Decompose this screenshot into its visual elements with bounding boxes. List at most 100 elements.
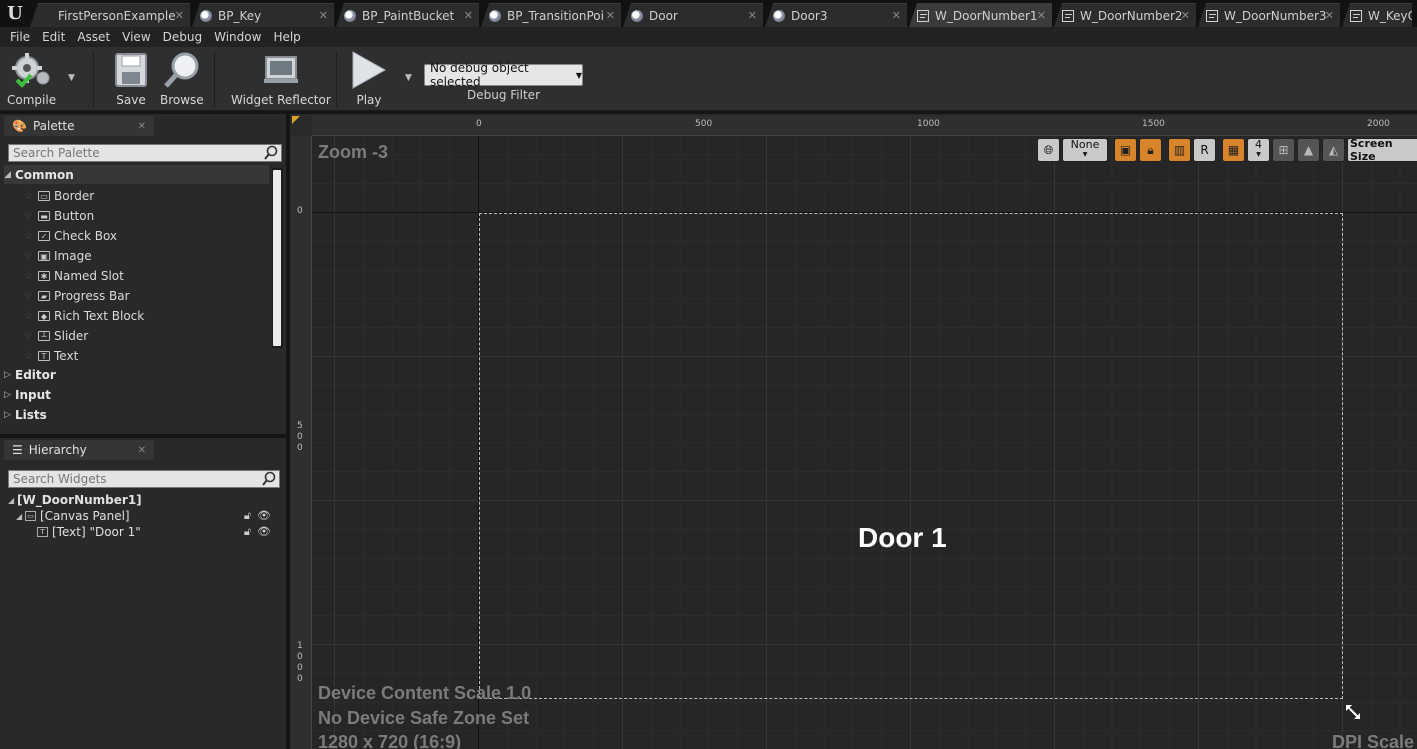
culture-preview-dropdown[interactable]: None ▼ [1062,138,1108,162]
tab-door[interactable]: Door ✕ [623,3,763,27]
favorite-star-icon[interactable]: ☆ [24,351,38,362]
category-lists[interactable]: ▷ Lists [4,405,269,424]
category-editor[interactable]: ▷ Editor [4,365,269,384]
hierarchy-canvas-panel-row[interactable]: ◢ ▭ [Canvas Panel] 🔓︎ 👁︎ [16,508,286,524]
close-icon[interactable]: ✕ [138,445,146,456]
tab-w-doornumber3[interactable]: W_DoorNumber3 ✕ [1198,3,1340,27]
palette-item-check-box[interactable]: ☆ ✓ Check Box [24,226,269,246]
category-common[interactable]: ◢ Common [4,165,269,184]
palette-item-rich-text-block[interactable]: ☆ ◆ Rich Text Block [24,306,269,326]
close-icon[interactable]: ✕ [606,9,615,22]
palette-item-label: Named Slot [54,269,124,283]
close-icon[interactable]: ✕ [319,9,328,22]
screen-size-dropdown[interactable]: Screen Size▼ [1347,137,1417,163]
menu-asset[interactable]: Asset [71,30,116,44]
widget-reflector-button[interactable]: Widget Reflector [231,51,331,107]
tab-w-doornumber1[interactable]: W_DoorNumber1 ✕ [909,3,1052,27]
close-icon[interactable]: ✕ [748,9,757,22]
palette-item-button[interactable]: ☆ ▬ Button [24,206,269,226]
favorite-star-icon[interactable]: ☆ [24,331,38,342]
menu-view[interactable]: View [116,30,156,44]
tab-label: Door [649,8,678,23]
menu-edit[interactable]: Edit [36,30,71,44]
close-icon[interactable]: ✕ [138,121,146,132]
widget-reflector-label: Widget Reflector [231,93,331,107]
favorite-star-icon[interactable]: ☆ [24,251,38,262]
menu-window[interactable]: Window [208,30,267,44]
collapsed-arrow-icon: ▷ [4,389,11,400]
browse-button[interactable]: Browse [160,51,204,107]
dpi-scale-label: DPI Scale [1332,732,1415,749]
play-button[interactable]: Play [349,51,389,107]
favorite-star-icon[interactable]: ☆ [24,291,38,302]
palette-item-slider[interactable]: ☆ ┴ Slider [24,326,269,346]
close-icon[interactable]: ✕ [175,9,184,22]
close-icon[interactable]: ✕ [1325,9,1334,22]
layout-transform-button[interactable]: ▥ [1168,138,1191,162]
culture-value: None [1070,138,1100,151]
grid-snap-toggle-button[interactable]: ▦ [1222,138,1245,162]
background-toggle-button[interactable]: ▲ [1297,138,1320,162]
tab-label: FirstPersonExample [58,8,176,23]
palette-item-named-slot[interactable]: ☆ ✱ Named Slot [24,266,269,286]
tab-palette[interactable]: 🎨 Palette ✕ [4,116,154,136]
search-widgets-input[interactable]: Search Widgets [8,470,280,488]
hierarchy-root-row[interactable]: ◢ [W_DoorNumber1] [8,492,278,508]
zoom-to-fit-button[interactable]: ⊞ [1272,138,1295,162]
save-button[interactable]: Save [114,51,148,107]
render-transform-button[interactable]: R [1193,138,1216,162]
favorite-star-icon[interactable]: ☆ [24,191,38,202]
palette-item-text[interactable]: ☆ T Text [24,346,269,366]
tab-bp-key[interactable]: BP_Key ✕ [192,3,334,27]
palette-scrollbar-thumb[interactable] [273,170,281,346]
favorite-star-icon[interactable]: ☆ [24,271,38,282]
widget-bounds-frame[interactable] [479,213,1343,699]
search-widgets-placeholder: Search Widgets [13,472,107,486]
palette-item-image[interactable]: ☆ ▣ Image [24,246,269,266]
debug-object-select[interactable]: No debug object selected ▼ [424,61,583,89]
flip-button[interactable]: ◭ [1322,138,1345,162]
favorite-star-icon[interactable]: ☆ [24,311,38,322]
localization-globe-button[interactable]: 🌐︎ [1037,138,1060,162]
palette-item-progress-bar[interactable]: ☆ ▰ Progress Bar [24,286,269,306]
tab-bp-transitionpoi[interactable]: BP_TransitionPoi ✕ [481,3,621,27]
designer-viewport[interactable]: 0 500 1000 1500 2000 0 5 0 0 1 0 0 0 Doo… [290,114,1417,749]
resize-handle-icon[interactable] [1343,702,1363,722]
menu-debug[interactable]: Debug [157,30,208,44]
compile-options-dropdown-icon[interactable]: ▼ [68,73,75,83]
door-text-widget[interactable]: Door 1 [858,522,947,554]
category-input[interactable]: ▷ Input [4,385,269,404]
widget-blueprint-icon [1206,9,1218,22]
hierarchy-list-icon: ☰ [12,443,23,457]
menu-file[interactable]: File [4,30,36,44]
hierarchy-text-row[interactable]: T [Text] "Door 1" 🔓︎ 👁︎ [37,524,286,540]
tab-label: BP_Key [218,8,262,23]
palette-item-label: Border [54,189,95,203]
search-palette-input[interactable]: Search Palette [8,144,282,162]
outline-toggle-button[interactable]: ▣ [1114,138,1137,162]
close-icon[interactable]: ✕ [464,9,473,22]
tab-firstpersonexample[interactable]: FirstPersonExample ✕ [30,3,190,27]
visibility-eye-icon[interactable]: 👁︎ [257,509,271,523]
close-icon[interactable]: ✕ [1037,9,1046,22]
favorite-star-icon[interactable]: ☆ [24,231,38,242]
compile-button[interactable]: Compile [7,51,56,107]
tab-w-keyo[interactable]: W_KeyO [1342,3,1412,27]
favorite-star-icon[interactable]: ☆ [24,211,38,222]
palette-item-border[interactable]: ☆ ▭ Border [24,186,269,206]
grid-snap-size-dropdown[interactable]: 4 ▼ [1247,138,1270,162]
tab-bp-paintbucket[interactable]: BP_PaintBucket ✕ [336,3,479,27]
close-icon[interactable]: ✕ [892,9,901,22]
unlock-icon[interactable]: 🔓︎ [244,525,251,539]
lock-toggle-button[interactable]: 🔒︎ [1139,138,1162,162]
unlock-icon[interactable]: 🔓︎ [244,509,251,523]
tab-door3[interactable]: Door3 ✕ [765,3,907,27]
tab-hierarchy[interactable]: ☰ Hierarchy ✕ [4,440,154,460]
play-options-dropdown-icon[interactable]: ▼ [405,73,412,83]
visibility-eye-icon[interactable]: 👁︎ [257,525,271,539]
close-icon[interactable]: ✕ [1181,9,1190,22]
hierarchy-root-label: [W_DoorNumber1] [17,493,142,507]
palette-scrollbar[interactable] [272,168,283,348]
tab-w-doornumber2[interactable]: W_DoorNumber2 ✕ [1054,3,1196,27]
menu-help[interactable]: Help [267,30,306,44]
